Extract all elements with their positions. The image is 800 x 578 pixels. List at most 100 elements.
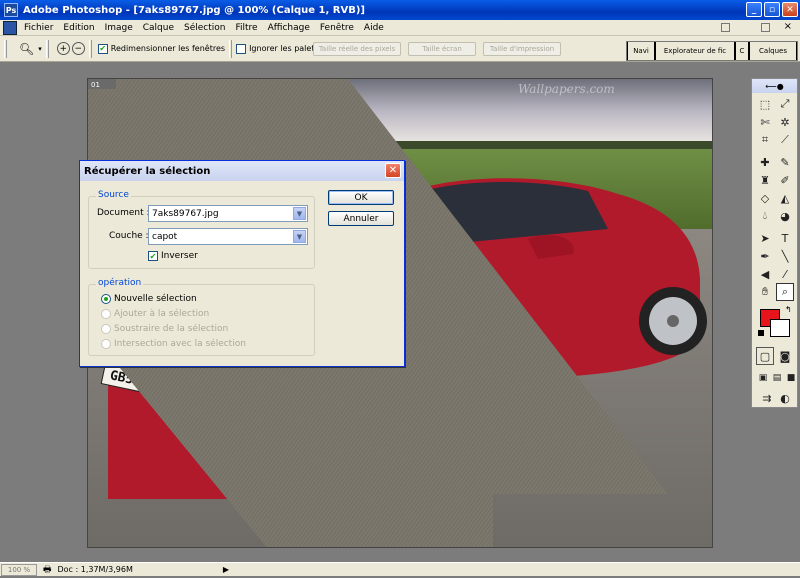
op-subtract-radio-dot[interactable] xyxy=(101,324,111,334)
menu-aide[interactable]: Aide xyxy=(359,23,389,33)
tab-layers[interactable]: Calques xyxy=(749,42,797,60)
op-new-radio[interactable]: Nouvelle sélection xyxy=(101,294,197,304)
chevron-down-icon[interactable]: ▼ xyxy=(293,207,306,220)
dialog-title: Récupérer la sélection xyxy=(80,161,404,181)
ok-button[interactable]: OK xyxy=(328,190,394,205)
print-preview-icon[interactable]: 🖶︎ xyxy=(43,562,52,578)
actual-pixels-button[interactable]: Taille réelle des pixels xyxy=(313,42,401,56)
document-select[interactable]: 7aks89767.jpg ▼ xyxy=(148,205,308,222)
op-new-label: Nouvelle sélection xyxy=(114,294,197,304)
menu-edition[interactable]: Edition xyxy=(58,23,99,33)
brush-tool-icon[interactable]: ✎ xyxy=(776,153,794,171)
swap-colors-icon[interactable]: ↰ xyxy=(785,305,792,314)
close-button[interactable]: ✕ xyxy=(782,2,798,17)
tab-file-browser[interactable]: Explorateur de fic xyxy=(655,42,735,60)
op-new-radio-dot[interactable] xyxy=(101,294,111,304)
channel-select-value: capot xyxy=(152,231,178,242)
zoom-in-icon[interactable]: + xyxy=(56,42,70,55)
status-menu-arrow-icon[interactable]: ▶ xyxy=(223,565,229,574)
op-intersect-radio[interactable]: Intersection avec la sélection xyxy=(101,339,246,349)
dodge-tool-icon[interactable]: ◕ xyxy=(776,207,794,225)
title-bar: Ps Adobe Photoshop - [7aks89767.jpg @ 10… xyxy=(0,0,800,20)
magnifier-icon[interactable]: 🔍︎ xyxy=(19,42,34,56)
rear-hub xyxy=(667,315,679,327)
cancel-button[interactable]: Annuler xyxy=(328,211,394,226)
document-size-info: Doc : 1,37M/3,96M xyxy=(57,565,133,574)
op-add-radio[interactable]: Ajouter à la sélection xyxy=(101,309,209,319)
resize-windows-checkbox[interactable]: ✔ xyxy=(97,43,108,54)
menu-calque[interactable]: Calque xyxy=(138,23,179,33)
channel-select[interactable]: capot ▼ xyxy=(148,228,308,245)
menu-affichage[interactable]: Affichage xyxy=(263,23,315,33)
eraser-tool-icon[interactable]: ◇ xyxy=(756,189,774,207)
document-menu-icon[interactable] xyxy=(3,20,17,35)
default-colors-icon[interactable] xyxy=(758,330,764,336)
menu-fenetre[interactable]: Fenêtre xyxy=(315,23,359,33)
quickmask-mode-icon[interactable]: ◙ xyxy=(776,347,794,365)
history-brush-icon[interactable]: ✐ xyxy=(776,171,794,189)
chevron-down-icon[interactable]: ▾ xyxy=(38,45,42,53)
pen-tool-icon[interactable]: ✒ xyxy=(756,247,774,265)
toolbox-header[interactable]: ⟵● xyxy=(752,79,797,93)
jump-to-imageready-icon[interactable]: ⇉ xyxy=(758,389,776,407)
menu-image[interactable]: Image xyxy=(100,23,138,33)
print-size-button[interactable]: Taille d'impression xyxy=(483,42,561,56)
menu-fichier[interactable]: Fichier xyxy=(19,23,58,33)
photoshop-app-icon: Ps xyxy=(4,3,18,17)
lasso-tool-icon[interactable]: ✄ xyxy=(756,113,774,131)
hand-tool-icon[interactable]: ✋︎ xyxy=(756,283,774,301)
menu-filtre[interactable]: Filtre xyxy=(231,23,263,33)
notes-tool-icon[interactable]: ◀︎ xyxy=(756,265,774,283)
imageready-icon[interactable]: ◐ xyxy=(776,389,794,407)
op-intersect-label: Intersection avec la sélection xyxy=(114,339,246,349)
type-tool-icon[interactable]: T xyxy=(776,229,794,247)
ignore-palettes-checkbox[interactable] xyxy=(236,43,247,54)
magic-wand-icon[interactable]: ✲ xyxy=(776,113,794,131)
invert-option[interactable]: ✔ Inverser xyxy=(148,251,198,261)
line-tool-icon[interactable]: ╲ xyxy=(776,247,794,265)
window-title: Adobe Photoshop - [7aks89767.jpg @ 100% … xyxy=(23,4,365,16)
paint-bucket-icon[interactable]: ◭ xyxy=(776,189,794,207)
tab-c[interactable]: C xyxy=(735,42,749,60)
maximize-button[interactable]: ▫ xyxy=(764,2,780,17)
dialog-close-button[interactable]: ✕ xyxy=(385,163,401,178)
background-color-swatch[interactable] xyxy=(770,319,790,337)
invert-checkbox[interactable]: ✔ xyxy=(148,251,158,261)
document-tag: 01 xyxy=(91,81,100,89)
zoom-out-icon[interactable]: − xyxy=(71,42,85,55)
slice-tool-icon[interactable]: ⟋ xyxy=(776,131,794,149)
resize-windows-option[interactable]: ✔ Redimensionner les fenêtres xyxy=(97,43,226,54)
options-divider xyxy=(45,39,49,58)
stamp-tool-icon[interactable]: ♜ xyxy=(756,171,774,189)
zoom-level-field[interactable]: 100 % xyxy=(1,563,37,576)
op-subtract-label: Soustraire de la sélection xyxy=(114,324,229,334)
doc-restore-button[interactable] xyxy=(761,23,770,32)
path-select-icon[interactable]: ➤ xyxy=(756,229,774,247)
toolbox: ⟵● ⬚ ⤢ ✄ ✲ ⌗ ⟋ ✚ ✎ ♜ ✐ ◇ ◭ 💧︎ ◕ ➤ T ✒ ╲ … xyxy=(751,78,798,408)
marquee-tool-icon[interactable]: ⬚ xyxy=(756,95,774,113)
resize-windows-label: Redimensionner les fenêtres xyxy=(110,44,226,53)
healing-brush-icon[interactable]: ✚ xyxy=(756,153,774,171)
fit-screen-button[interactable]: Taille écran xyxy=(408,42,476,56)
eyedropper-icon[interactable]: ⁄ xyxy=(776,265,794,283)
standard-mode-icon[interactable]: ▢ xyxy=(756,347,774,365)
move-tool-icon[interactable]: ⤢ xyxy=(776,95,794,113)
menu-selection[interactable]: Sélection xyxy=(179,23,230,33)
zoom-tool-icon[interactable]: ⌕ xyxy=(776,283,794,301)
options-grip[interactable] xyxy=(4,39,7,58)
doc-close-button[interactable]: × xyxy=(784,21,792,32)
document-label: Document : xyxy=(97,208,150,218)
op-subtract-radio[interactable]: Soustraire de la sélection xyxy=(101,324,228,334)
invert-label: Inverser xyxy=(161,251,198,261)
op-intersect-radio-dot[interactable] xyxy=(101,339,111,349)
doc-minimize-button[interactable] xyxy=(721,23,730,32)
tab-navigator[interactable]: Navi xyxy=(627,42,655,60)
minimize-button[interactable]: _ xyxy=(746,2,762,17)
screen-mode-full-icon[interactable]: ■ xyxy=(782,369,800,387)
palette-well: Navi Explorateur de fic C Calques xyxy=(626,41,798,61)
op-add-radio-dot[interactable] xyxy=(101,309,111,319)
blur-tool-icon[interactable]: 💧︎ xyxy=(756,207,774,225)
operation-legend: opération xyxy=(96,278,144,288)
chevron-down-icon[interactable]: ▼ xyxy=(293,230,306,243)
crop-tool-icon[interactable]: ⌗ xyxy=(756,131,774,149)
